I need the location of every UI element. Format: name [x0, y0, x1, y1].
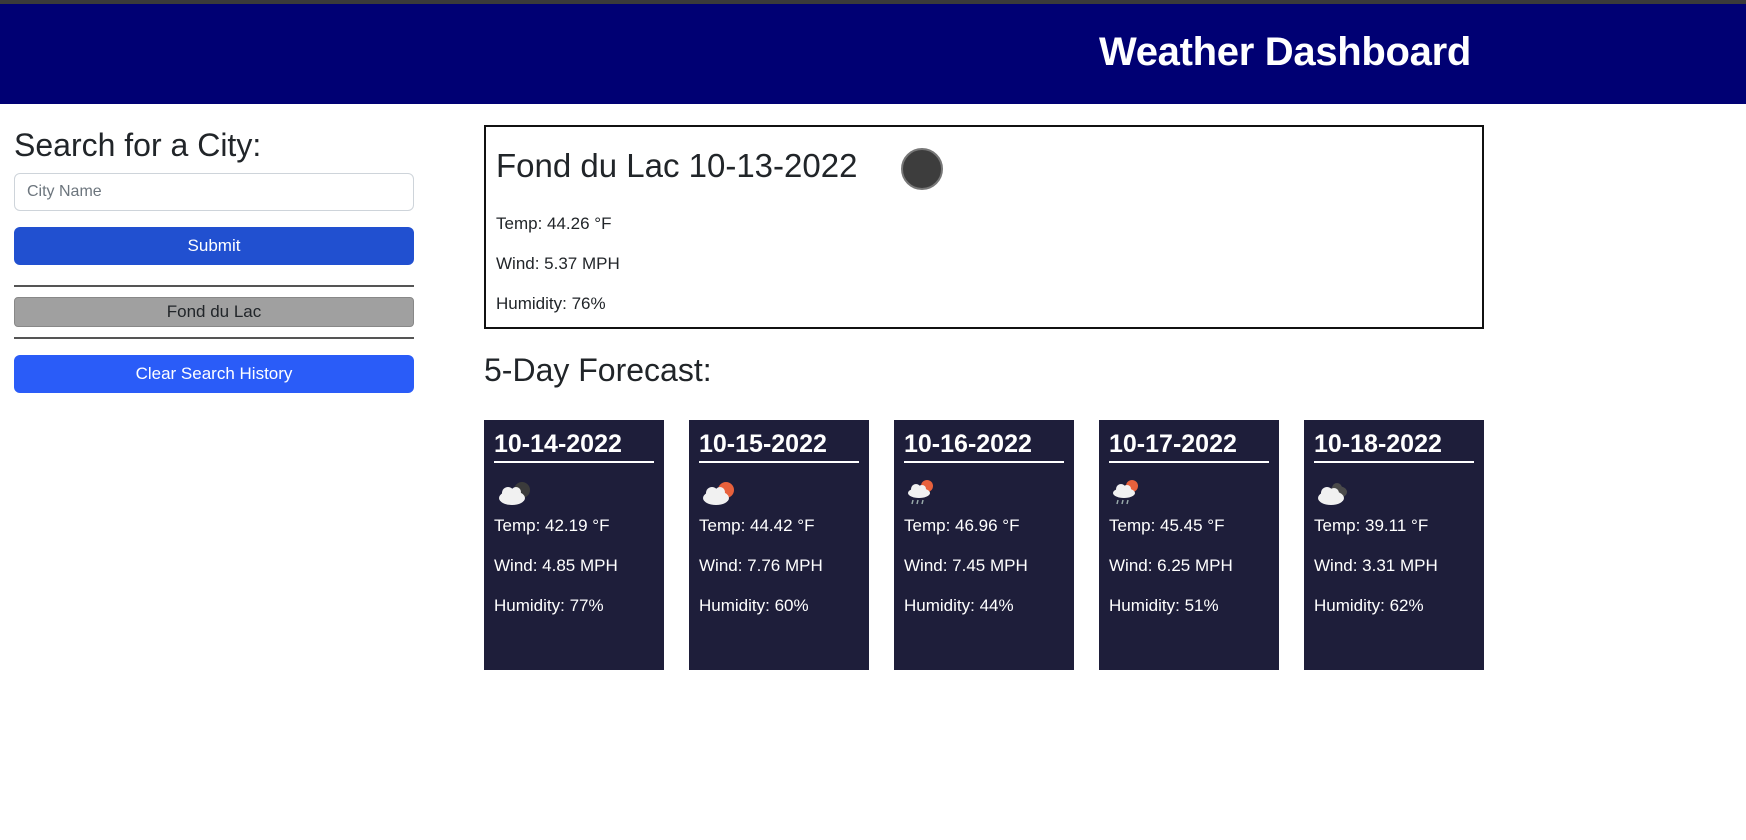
forecast-wind: Wind: 6.25 MPH — [1109, 556, 1233, 575]
search-heading: Search for a City: — [14, 127, 262, 163]
current-wind: Wind: 5.37 MPH — [496, 254, 620, 273]
forecast-temp: Temp: 46.96 °F — [904, 516, 1020, 535]
forecast-humidity: Humidity: 60% — [699, 596, 809, 615]
current-humidity: Humidity: 76% — [496, 294, 606, 313]
current-weather-card: Fond du Lac 10-13-2022 Temp: 44.26 °F Wi… — [484, 125, 1484, 329]
forecast-date: 10-15-2022 — [699, 428, 859, 463]
forecast-card: 10-17-2022 Temp: 45.45 °F Wind: 6.25 MPH… — [1099, 420, 1279, 670]
current-weather-header: Fond du Lac 10-13-2022 — [496, 145, 1472, 190]
rain-sun-icon — [1113, 480, 1138, 505]
rain-sun-icon — [908, 480, 933, 505]
forecast-humidity: Humidity: 77% — [494, 596, 604, 615]
forecast-cards: 10-14-2022 Temp: 42.19 °F Wind: 4.85 MPH… — [484, 420, 1484, 670]
forecast-wind: Wind: 7.45 MPH — [904, 556, 1028, 575]
forecast-card: 10-14-2022 Temp: 42.19 °F Wind: 4.85 MPH… — [484, 420, 664, 670]
forecast-temp: Temp: 42.19 °F — [494, 516, 610, 535]
forecast-humidity: Humidity: 44% — [904, 596, 1014, 615]
cloudy-night-icon — [499, 482, 530, 505]
forecast-date: 10-18-2022 — [1314, 428, 1474, 463]
partly-cloudy-icon — [703, 482, 734, 505]
city-search-input[interactable] — [14, 173, 414, 211]
history-divider-bottom — [14, 337, 414, 339]
broken-clouds-icon — [1318, 483, 1347, 505]
forecast-temp: Temp: 39.11 °F — [1314, 516, 1429, 535]
forecast-date: 10-17-2022 — [1109, 428, 1269, 463]
dark-circle-icon — [901, 148, 944, 190]
forecast-card: 10-18-2022 Temp: 39.11 °F Wind: 3.31 MPH… — [1304, 420, 1484, 670]
forecast-date: 10-16-2022 — [904, 428, 1064, 463]
forecast-card: 10-15-2022 Temp: 44.42 °F Wind: 7.76 MPH… — [689, 420, 869, 670]
forecast-heading: 5-Day Forecast: — [484, 352, 712, 388]
forecast-temp: Temp: 44.42 °F — [699, 516, 815, 535]
history-item-fond-du-lac[interactable]: Fond du Lac — [14, 297, 414, 327]
forecast-wind: Wind: 7.76 MPH — [699, 556, 823, 575]
search-sidebar: Search for a City: Submit Fond du Lac Cl… — [14, 125, 414, 393]
current-temp: Temp: 44.26 °F — [496, 214, 612, 233]
page-title: Weather Dashboard — [1099, 30, 1472, 74]
forecast-date: 10-14-2022 — [494, 428, 654, 463]
forecast-wind: Wind: 4.85 MPH — [494, 556, 618, 575]
submit-button[interactable]: Submit — [14, 227, 414, 265]
header-bar: Weather Dashboard — [0, 4, 1746, 104]
forecast-card: 10-16-2022 Temp: 46.96 °F Wind: 7.45 MPH… — [894, 420, 1074, 670]
forecast-humidity: Humidity: 62% — [1314, 596, 1424, 615]
history-divider-top — [14, 285, 414, 287]
clear-history-button[interactable]: Clear Search History — [14, 355, 414, 393]
forecast-humidity: Humidity: 51% — [1109, 596, 1219, 615]
forecast-wind: Wind: 3.31 MPH — [1314, 556, 1438, 575]
current-city-date: Fond du Lac 10-13-2022 — [496, 147, 858, 184]
forecast-temp: Temp: 45.45 °F — [1109, 516, 1225, 535]
